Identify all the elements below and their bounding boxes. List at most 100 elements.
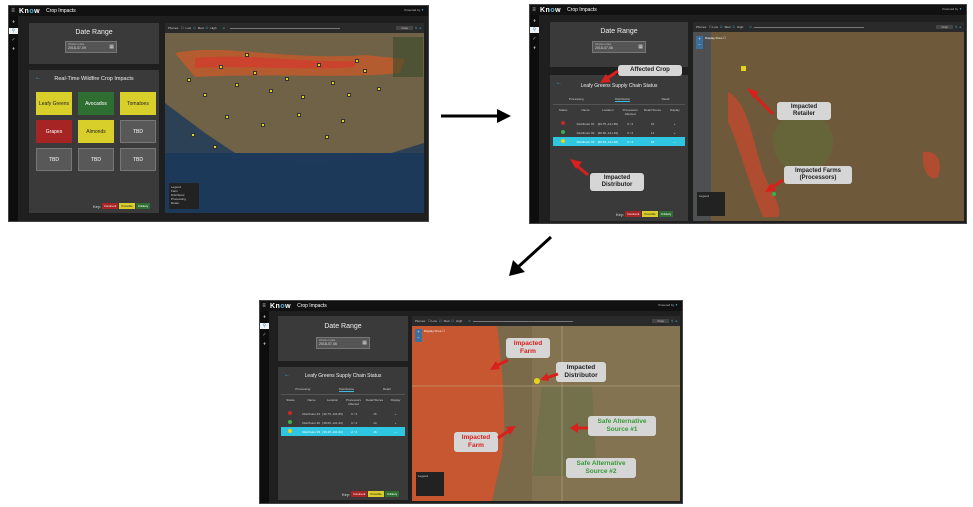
retail-marker[interactable] [219, 65, 223, 69]
retail-marker[interactable] [347, 93, 351, 97]
column-header[interactable]: Name [575, 108, 595, 116]
retail-marker[interactable] [187, 78, 191, 82]
retail-marker[interactable] [261, 123, 265, 127]
crop-tile[interactable]: TBD [78, 148, 114, 171]
search-icon[interactable]: ⚲ [671, 319, 673, 323]
info-icon[interactable]: ● [959, 25, 961, 29]
play-icon[interactable]: ⊙ [749, 25, 752, 29]
column-header[interactable]: Processors Affected [620, 108, 640, 116]
table-row[interactable]: Distributor #1 [39.75,-121.85] 0 / 3 15 + [553, 119, 685, 128]
retail-marker[interactable] [325, 135, 329, 139]
cell-display[interactable]: + [386, 412, 405, 416]
timeline-slider[interactable] [230, 27, 340, 29]
retail-marker[interactable] [203, 93, 207, 97]
group-distribution[interactable]: Distribution [615, 97, 631, 102]
cell-display[interactable]: + [386, 421, 405, 425]
high-checkbox[interactable]: ☑ [451, 319, 454, 323]
column-header[interactable]: Location [323, 398, 342, 406]
crop-tile[interactable]: Tomatoes [120, 92, 156, 115]
zoom-control[interactable]: + − [696, 36, 703, 49]
retail-marker[interactable] [245, 53, 249, 57]
retail-marker[interactable] [331, 81, 335, 85]
retail-marker[interactable] [355, 59, 359, 63]
drop-icon[interactable]: ♦ [9, 46, 18, 52]
back-icon[interactable]: ← [35, 75, 41, 81]
back-icon[interactable]: ← [284, 372, 290, 378]
farm-map-view[interactable]: Plumes: ☐ Low ☑ Med ☑ High ⊙ Crop ⚲ ● Disp… [412, 316, 680, 501]
retail-marker[interactable] [269, 89, 273, 93]
check-icon[interactable]: ✓ [530, 36, 539, 42]
low-checkbox[interactable]: ☐ Low [428, 319, 437, 323]
table-row[interactable]: Distributor #2 [38.60,-121.49] 0 / 3 14 + [553, 128, 685, 137]
date-picker[interactable]: Choose a date 2018-07-06 ▦ [316, 337, 370, 349]
drop-icon[interactable]: ♦ [260, 341, 269, 347]
retail-marker[interactable] [285, 77, 289, 81]
crop-select[interactable]: Crop [652, 319, 669, 323]
retail-marker[interactable] [363, 69, 367, 73]
play-icon[interactable]: ⊙ [222, 26, 225, 30]
column-header[interactable]: Name [302, 398, 321, 406]
us-map-view[interactable]: Plumes: ☐ Low ☑ Med ☑ High ⊙ Crop ⚲ ● Legen… [165, 23, 424, 213]
crop-tile[interactable]: Almonds [78, 120, 114, 143]
group-distribution[interactable]: Distribution [339, 387, 355, 392]
low-checkbox[interactable]: ☐ [181, 26, 184, 30]
info-icon[interactable]: ● [675, 319, 677, 323]
group-retail[interactable]: Retail [383, 387, 391, 392]
retail-marker[interactable] [317, 63, 321, 67]
column-header[interactable]: Retail Stores [365, 398, 384, 406]
retail-marker[interactable] [297, 113, 301, 117]
search-icon[interactable]: ⚲ [415, 26, 417, 30]
high-checkbox[interactable]: ☑ [732, 25, 735, 29]
cell-display[interactable]: — [386, 430, 405, 434]
crop-tile[interactable]: Grapes [36, 120, 72, 143]
search-icon[interactable]: ⚲ [955, 25, 957, 29]
fire-icon[interactable]: ♦ [260, 314, 269, 320]
table-row[interactable]: Distributor #2 [38.60,-121.49] 0 / 3 14 + [281, 418, 405, 427]
retail-marker[interactable] [213, 145, 217, 149]
crop-tile[interactable]: TBD [120, 148, 156, 171]
hamburger-menu-icon[interactable]: ≡ [530, 7, 538, 13]
crop-tile[interactable]: TBD [36, 148, 72, 171]
crop-tile[interactable]: Leafy Greens [36, 92, 72, 115]
link-icon[interactable]: ⚲ [260, 323, 269, 329]
link-icon[interactable]: ⚲ [530, 27, 539, 33]
column-header[interactable]: Status [553, 108, 573, 116]
group-retail[interactable]: Retail [662, 97, 670, 102]
distributor-marker[interactable] [772, 192, 776, 196]
column-header[interactable]: Display [665, 108, 685, 116]
table-row[interactable]: Distributor #3 [39.15,-121.62] 2 / 4 16 — [553, 137, 685, 146]
group-processing[interactable]: Processing [295, 387, 310, 392]
retailer-marker[interactable] [741, 66, 746, 71]
crop-tile[interactable]: Avocados [78, 92, 114, 115]
high-checkbox[interactable]: ☑ [206, 26, 209, 30]
fire-icon[interactable]: ♦ [530, 18, 539, 24]
med-checkbox[interactable]: ☑ [720, 25, 723, 29]
retail-marker[interactable] [341, 119, 345, 123]
crop-tile[interactable]: TBD [120, 120, 156, 143]
cell-display[interactable]: + [665, 131, 685, 135]
crop-select[interactable]: Crop [936, 25, 953, 29]
retail-marker[interactable] [235, 83, 239, 87]
play-icon[interactable]: ⊙ [468, 319, 471, 323]
med-checkbox[interactable]: ☑ [439, 319, 442, 323]
date-picker[interactable]: Choose a date 2018-07-06 ▦ [592, 41, 646, 53]
retail-marker[interactable] [191, 133, 195, 137]
group-processing[interactable]: Processing [569, 97, 584, 102]
info-icon[interactable]: ● [419, 26, 421, 30]
retail-marker[interactable] [225, 115, 229, 119]
check-icon[interactable]: ✓ [260, 332, 269, 338]
med-checkbox[interactable]: ☑ [193, 26, 196, 30]
hamburger-menu-icon[interactable]: ≡ [9, 8, 17, 14]
fire-icon[interactable]: ♦ [9, 19, 18, 25]
date-picker[interactable]: Choose a date 2018-07-09 ▦ [65, 41, 117, 53]
crop-select[interactable]: Crop [396, 26, 413, 30]
column-header[interactable]: Processors Affected [344, 398, 363, 406]
link-icon[interactable]: ⚲ [9, 28, 18, 34]
cell-display[interactable]: + [665, 122, 685, 126]
table-row[interactable]: Distributor #1 [39.75,-121.85] 0 / 3 15 + [281, 409, 405, 418]
california-map-view[interactable]: Plumes: ☐ Low ☑ Med ☑ High ⊙ Crop ⚲ ● Disp… [693, 22, 964, 221]
zoom-control[interactable]: + − [415, 329, 422, 342]
display-fires-toggle[interactable]: Display Fires ☐ [424, 329, 445, 333]
retail-marker[interactable] [253, 71, 257, 75]
table-row[interactable]: Distributor #3 [39.15,-121.62] 2 / 4 16 — [281, 427, 405, 436]
